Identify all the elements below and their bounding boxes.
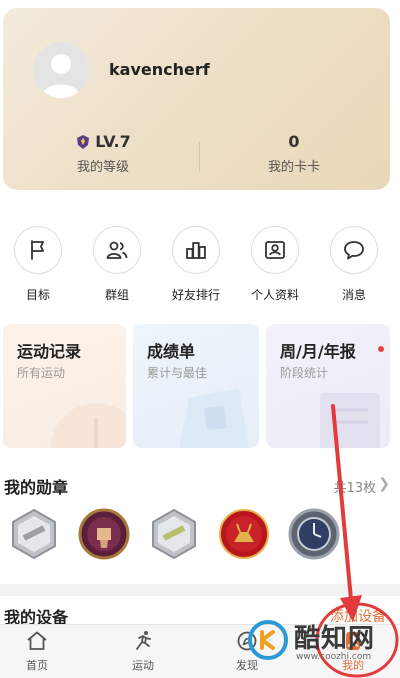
profile-card-icon — [265, 241, 285, 259]
medal-item[interactable] — [218, 508, 270, 560]
trophy-watermark-icon — [179, 388, 249, 448]
document-watermark-icon — [320, 393, 380, 448]
medal-item[interactable] — [8, 508, 60, 560]
shortcut-label: 个人资料 — [250, 288, 299, 302]
fist-medal-icon — [78, 508, 130, 560]
watermark-logo-icon — [248, 620, 288, 660]
shortcut-row: 目标 群组 好友排行 个人资料 消息 — [0, 226, 400, 306]
silver-300-medal-icon — [12, 508, 56, 560]
card-scoreboard[interactable]: 成绩单 累计与最佳 — [133, 324, 259, 448]
username: kavencherf — [109, 60, 210, 79]
ranking-icon — [186, 242, 206, 259]
profile-card[interactable]: kavencherf LV.7 我的等级 0 我的卡卡 — [3, 8, 390, 190]
card-title: 成绩单 — [147, 342, 196, 361]
watermark-url: www.coozhi.com — [296, 652, 372, 662]
card-title: 周/月/年报 — [280, 342, 356, 361]
medal-item[interactable] — [288, 508, 340, 560]
message-icon — [344, 241, 364, 260]
watermark-name: 酷知网 — [294, 624, 376, 654]
cards-stat[interactable]: 0 我的卡卡 — [229, 132, 359, 175]
level-stat[interactable]: LV.7 我的等级 — [38, 132, 168, 175]
new-indicator-dot — [378, 346, 384, 352]
chevron-right-icon[interactable]: ❯ — [378, 476, 390, 492]
clock-watermark-icon — [51, 403, 126, 448]
group-icon — [106, 241, 128, 259]
silver-300-medal-icon — [152, 508, 196, 560]
cards-value: 0 — [288, 132, 300, 151]
medal-item[interactable] — [148, 508, 200, 560]
level-value: LV.7 — [95, 132, 131, 151]
shortcut-profile[interactable]: 个人资料 — [239, 226, 311, 303]
shortcut-friend-ranking[interactable]: 好友排行 — [160, 226, 232, 303]
card-reports[interactable]: 周/月/年报 阶段统计 — [266, 324, 390, 448]
shortcut-goals[interactable]: 目标 — [2, 226, 74, 303]
shortcut-label: 消息 — [341, 288, 366, 302]
shortcut-label: 目标 — [25, 288, 50, 302]
card-title: 运动记录 — [17, 342, 82, 361]
medals-count[interactable]: 共13枚 — [333, 477, 376, 496]
watch-medal-icon — [288, 508, 340, 560]
shortcut-messages[interactable]: 消息 — [318, 226, 390, 303]
medal-item[interactable] — [78, 508, 130, 560]
avatar[interactable] — [33, 42, 89, 98]
shortcut-label: 好友排行 — [171, 288, 220, 302]
level-badge-icon — [77, 135, 90, 149]
red-reindeer-medal-icon — [219, 509, 269, 559]
section-separator — [0, 584, 400, 596]
shortcut-groups[interactable]: 群组 — [81, 226, 153, 303]
default-avatar-icon — [33, 42, 89, 98]
site-watermark: 酷知网 www.coozhi.com — [244, 612, 394, 672]
nav-home[interactable]: 首页 — [2, 629, 72, 673]
card-exercise-records[interactable]: 运动记录 所有运动 — [3, 324, 126, 448]
shortcut-label: 群组 — [104, 288, 129, 302]
nav-label: 运动 — [132, 659, 154, 672]
runner-icon — [136, 631, 151, 650]
cards-label: 我的卡卡 — [267, 160, 320, 175]
nav-sport[interactable]: 运动 — [108, 629, 178, 673]
flag-icon — [31, 240, 44, 260]
stat-divider — [199, 142, 200, 172]
home-icon — [27, 631, 47, 650]
level-label: 我的等级 — [76, 160, 129, 175]
medals-title: 我的勋章 — [4, 478, 69, 497]
nav-label: 首页 — [26, 659, 48, 672]
